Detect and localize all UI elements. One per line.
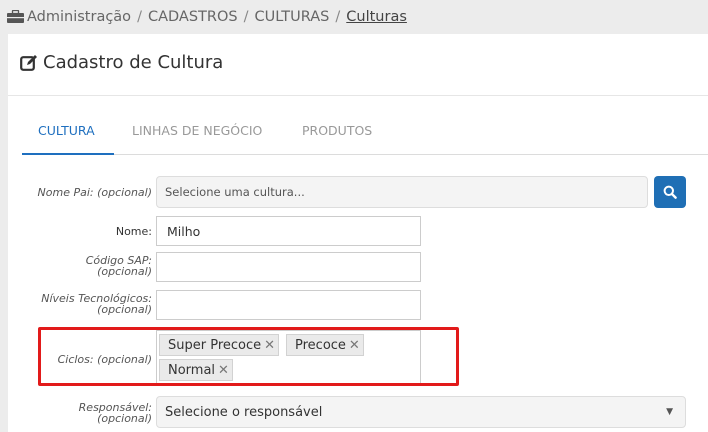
caret-down-icon: ▼ (666, 407, 673, 417)
main-panel: Cadastro de Cultura CULTURA LINHAS DE NE… (8, 34, 708, 432)
niveis-tecnologicos-label: Níveis Tecnológicos: (opcional) (41, 293, 152, 315)
breadcrumb-separator: / (335, 9, 341, 25)
breadcrumb-separator: / (137, 9, 142, 25)
tag-label: Precoce (295, 337, 346, 353)
tab-linhas-de-negocio[interactable]: LINHAS DE NEGÓCIO (132, 123, 262, 138)
search-button[interactable] (654, 176, 686, 208)
codigo-sap-label-line2: (opcional) (97, 265, 152, 278)
breadcrumb-separator: / (243, 9, 249, 25)
responsavel-select[interactable]: Selecione o responsável ▼ (156, 396, 686, 428)
ciclos-multiselect[interactable]: Super Precoce ✕ Precoce ✕ Normal ✕ (156, 330, 421, 384)
page-header: Cadastro de Cultura (20, 52, 223, 73)
divider (8, 95, 708, 96)
briefcase-icon (7, 10, 24, 23)
tag-precoce: Precoce ✕ (286, 334, 364, 356)
tab-bar: CULTURA LINHAS DE NEGÓCIO PRODUTOS (22, 114, 708, 155)
breadcrumb: Administração / CADASTROS / CULTURAS / C… (0, 0, 708, 34)
edit-icon (20, 54, 37, 71)
nome-pai-select[interactable]: Selecione uma cultura... (156, 176, 648, 208)
nome-pai-placeholder: Selecione uma cultura... (165, 185, 305, 199)
niveis-label-line2: (opcional) (97, 303, 152, 316)
active-tab-indicator (22, 153, 114, 155)
remove-tag-icon[interactable]: ✕ (349, 338, 360, 353)
page-title: Cadastro de Cultura (43, 52, 224, 73)
search-icon (663, 185, 677, 199)
responsavel-label: Responsável: (opcional) (79, 402, 152, 424)
codigo-sap-field[interactable] (156, 252, 421, 282)
responsavel-placeholder: Selecione o responsável (165, 404, 323, 420)
breadcrumb-item-administracao[interactable]: Administração (27, 9, 131, 25)
tag-label: Normal (168, 362, 216, 378)
codigo-sap-label: Código SAP: (opcional) (86, 255, 152, 277)
breadcrumb-item-current[interactable]: Culturas (346, 9, 407, 25)
tab-produtos[interactable]: PRODUTOS (302, 123, 372, 138)
nome-field[interactable]: Milho (156, 216, 421, 246)
ciclos-label: Ciclos: (opcional) (57, 353, 152, 366)
breadcrumb-item-cadastros[interactable]: CADASTROS (148, 9, 238, 25)
breadcrumb-item-culturas[interactable]: CULTURAS (254, 9, 329, 25)
niveis-tecnologicos-field[interactable] (156, 290, 421, 320)
nome-label: Nome: (115, 225, 152, 238)
nome-value: Milho (167, 223, 201, 239)
remove-tag-icon[interactable]: ✕ (218, 363, 229, 378)
tag-super-precoce: Super Precoce ✕ (159, 334, 280, 356)
nome-pai-label: Nome Pai: (opcional) (37, 186, 152, 199)
tab-cultura[interactable]: CULTURA (38, 123, 95, 138)
tag-normal: Normal ✕ (159, 359, 233, 381)
tag-label: Super Precoce (168, 337, 262, 353)
responsavel-label-line2: (opcional) (97, 412, 152, 425)
remove-tag-icon[interactable]: ✕ (264, 338, 275, 353)
